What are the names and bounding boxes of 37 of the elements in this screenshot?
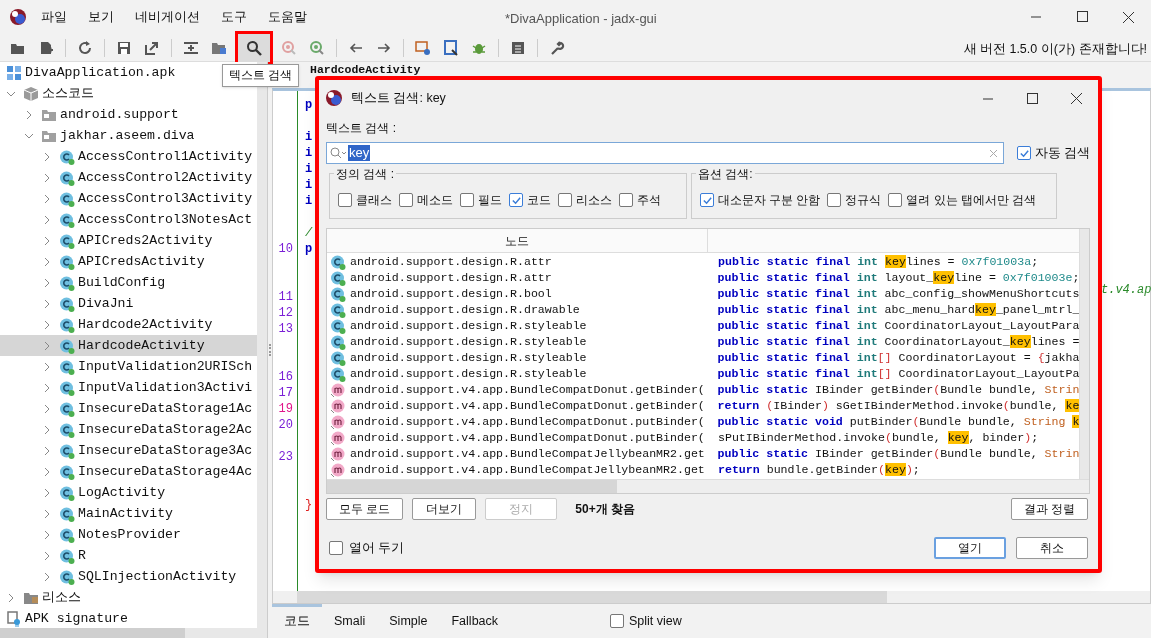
tooltip: 텍스트 검색 xyxy=(222,64,300,88)
code-text: i xyxy=(305,194,313,208)
line-number: 17 xyxy=(278,386,293,400)
code-text: i xyxy=(305,162,313,176)
line-number: 11 xyxy=(278,290,293,304)
checkbox-label: 리소스 xyxy=(576,192,612,208)
line-number: 20 xyxy=(278,418,293,432)
code-text: i xyxy=(305,178,313,192)
checkbox-label: 메소드 xyxy=(417,192,453,208)
line-number: 19 xyxy=(278,402,293,416)
checkbox-label: 대소문자 구분 안함 xyxy=(718,192,821,208)
checkbox-label: 자동 검색 xyxy=(1035,144,1091,162)
update-notice: 새 버전 1.5.0 이(가) 존재합니다! xyxy=(963,41,1147,58)
line-number: 23 xyxy=(278,450,293,464)
code-text: } xyxy=(305,498,313,512)
dialog-title: 텍스트 검색: key xyxy=(351,89,446,107)
line-number: 12 xyxy=(278,306,293,320)
checkbox-label: 코드 xyxy=(527,192,551,208)
line-number: 16 xyxy=(278,370,293,384)
code-text: p xyxy=(305,98,313,112)
line-number: 10 xyxy=(278,242,293,256)
checkbox-label: 필드 xyxy=(478,192,502,208)
checkbox-label: 주석 xyxy=(637,192,661,208)
code-text: i xyxy=(305,130,313,144)
code-text: i xyxy=(305,146,313,160)
result-count: 50+개 찾음 xyxy=(575,501,636,518)
field-label: 텍스트 검색 : xyxy=(326,120,397,137)
code-text: p xyxy=(305,242,313,256)
line-number: 13 xyxy=(278,322,293,336)
checkbox-label: 열려 있는 탭에서만 검색 xyxy=(906,192,1036,208)
checkbox-label: 정규식 xyxy=(845,192,882,208)
checkbox-label: 열어 두기 xyxy=(349,539,405,557)
window-title: *DivaApplication - jadx-gui xyxy=(505,10,657,28)
checkbox-label: 클래스 xyxy=(356,192,392,208)
code-text: t.v4.ap xyxy=(1101,282,1151,299)
code-text: / xyxy=(305,226,313,240)
checkbox-label: Split view xyxy=(629,612,682,630)
